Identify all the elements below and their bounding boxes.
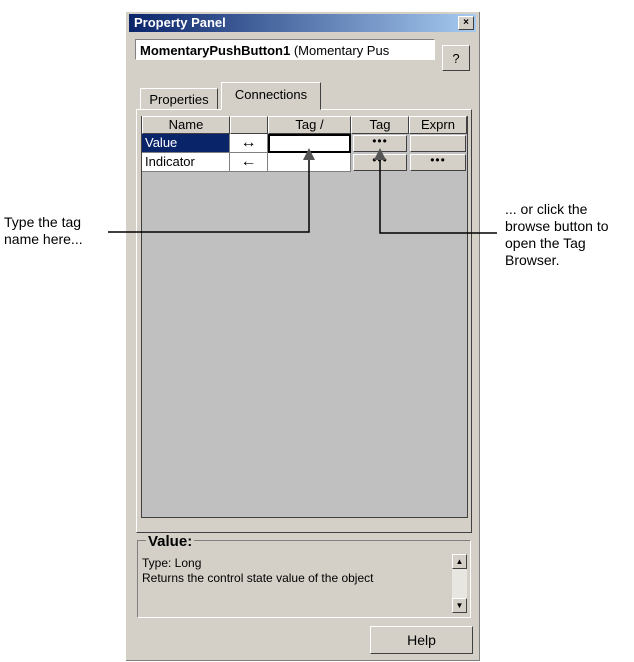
- callout-left-line-1: Type the tag: [4, 214, 82, 230]
- callout-arrow-right: [374, 148, 386, 160]
- callout-right-line-4: Browser.: [505, 252, 560, 268]
- tab-connections[interactable]: Connections: [221, 82, 321, 110]
- callout-left-text: Type the tag name here...: [4, 214, 83, 248]
- callout-left-line-2: name here...: [4, 231, 83, 247]
- callout-arrow-left: [303, 148, 315, 160]
- callout-right-line-1: ... or click the: [505, 201, 588, 217]
- callout-line-left: [108, 156, 310, 233]
- callout-right-line-2: browse button to: [505, 218, 609, 234]
- callout-line-right: [379, 156, 497, 234]
- callout-right-line-3: open the Tag: [505, 235, 586, 251]
- callout-right-text: ... or click the browse button to open t…: [505, 201, 609, 269]
